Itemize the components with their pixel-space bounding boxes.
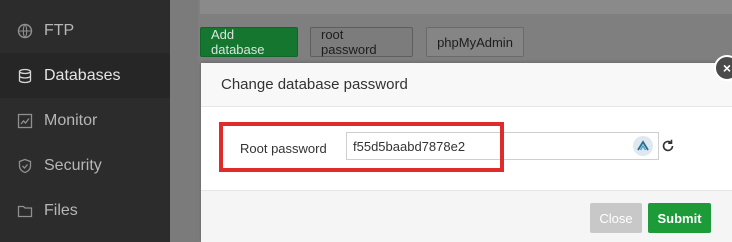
password-manager-icon[interactable] [633, 136, 653, 156]
sidebar-item-label: Monitor [44, 111, 98, 129]
shield-icon [17, 158, 33, 174]
dialog-header: Change database password [201, 63, 732, 107]
sidebar-item-security[interactable]: Security [0, 143, 170, 188]
sidebar-item-monitor[interactable]: Monitor [0, 98, 170, 143]
folder-icon [17, 203, 33, 219]
change-password-dialog: Change database password Root password C… [201, 63, 732, 242]
add-database-button[interactable]: Add database [200, 27, 298, 57]
sidebar-item-label: Databases [44, 66, 121, 84]
monitor-icon [17, 113, 33, 129]
dialog-title: Change database password [221, 76, 408, 93]
sidebar: FTP Databases Monitor Security Files [0, 0, 170, 242]
root-password-button[interactable]: root password [310, 27, 413, 57]
close-button[interactable]: Close [590, 203, 642, 233]
phpmyadmin-button[interactable]: phpMyAdmin [426, 27, 524, 57]
highlight-box [219, 122, 504, 172]
content-header-strip [200, 0, 732, 14]
sidebar-item-databases[interactable]: Databases [0, 53, 170, 98]
dialog-footer: Close Submit [201, 190, 732, 242]
sidebar-item-ftp[interactable]: FTP [0, 8, 170, 53]
sidebar-item-label: Security [44, 156, 102, 174]
sidebar-item-label: Files [44, 201, 78, 219]
database-icon [17, 68, 33, 84]
sidebar-item-files[interactable]: Files [0, 188, 170, 233]
submit-button[interactable]: Submit [648, 203, 711, 233]
ftp-icon [17, 23, 33, 39]
sidebar-item-label: FTP [44, 21, 75, 39]
refresh-icon[interactable] [660, 138, 676, 154]
